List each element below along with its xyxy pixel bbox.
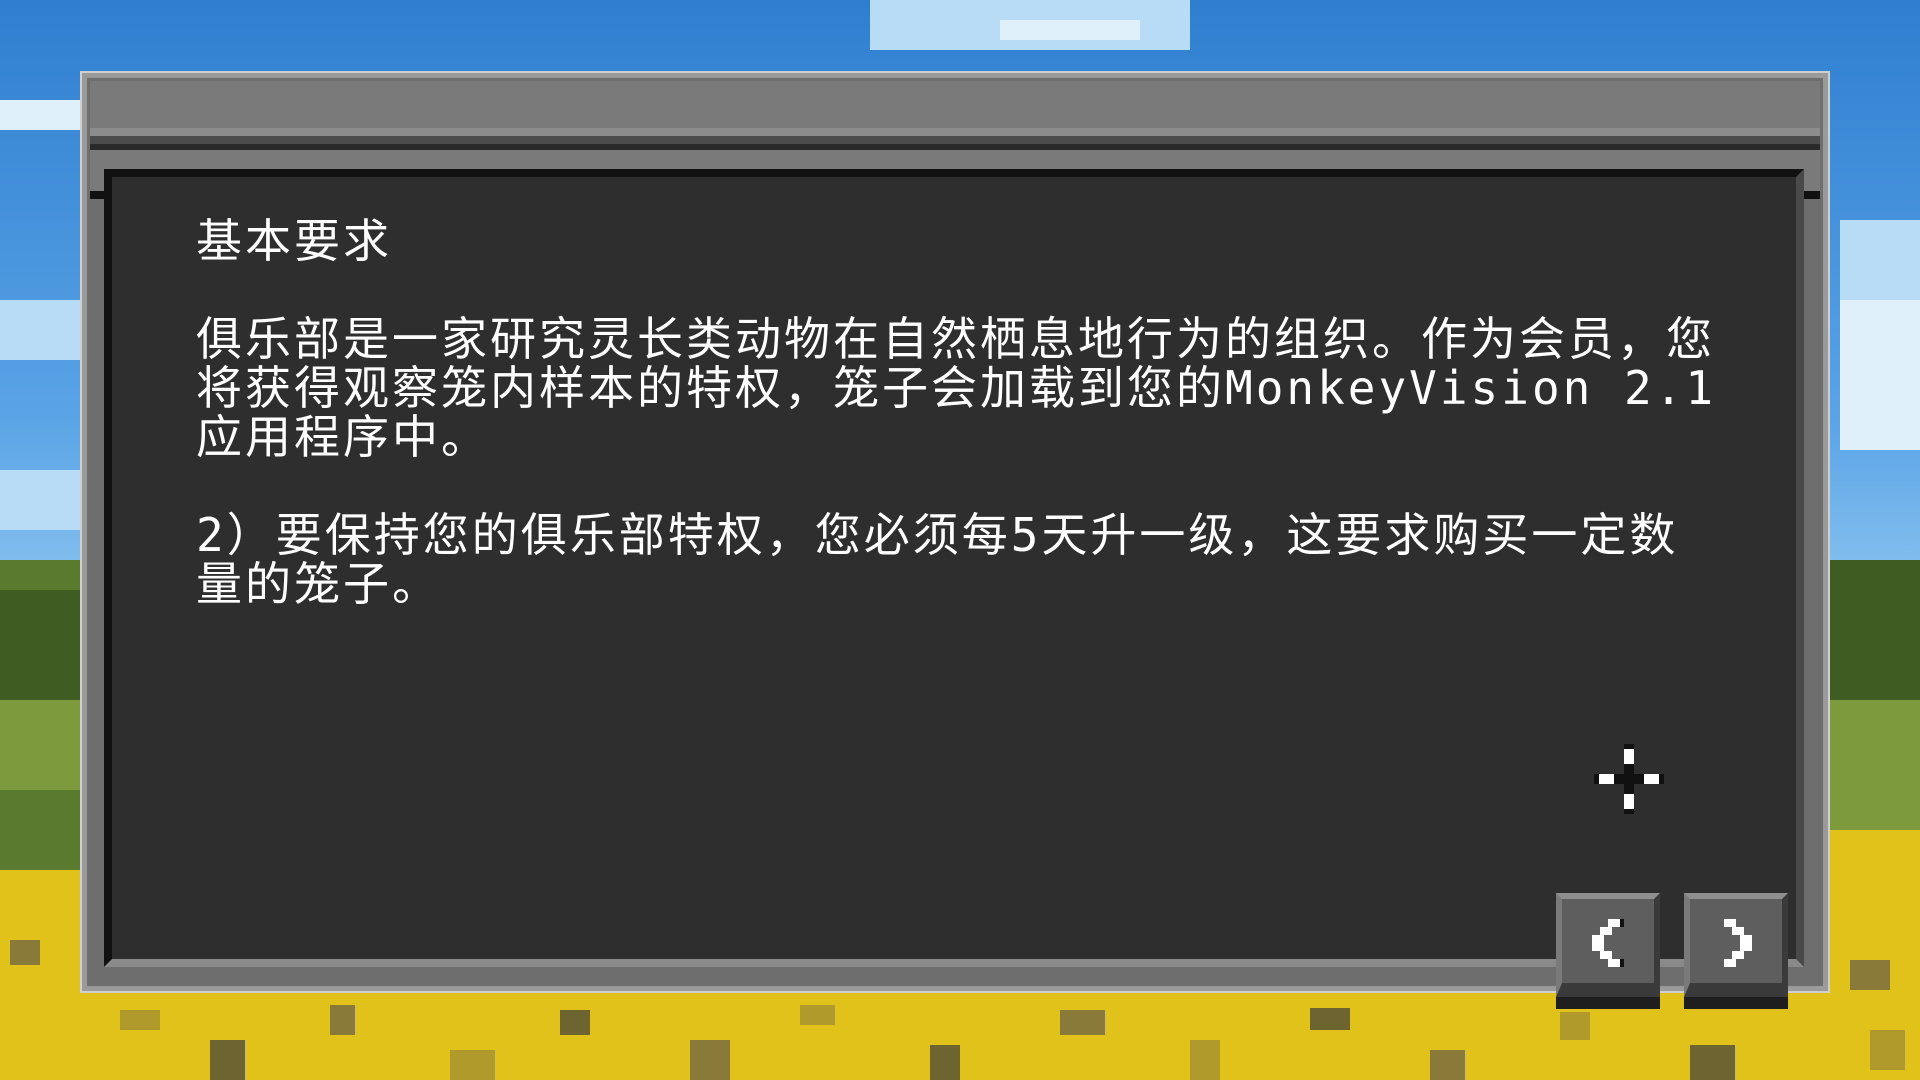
dirt-patch: [1190, 1040, 1220, 1080]
dirt-patch: [800, 1005, 835, 1025]
dirt-patch: [450, 1050, 495, 1080]
wheat-field: [1830, 830, 1920, 910]
info-dialog: 基本要求 俱乐部是一家研究灵长类动物在自然栖息地行为的组织。作为会员，您将获得观…: [80, 71, 1830, 1009]
dirt-patch: [930, 1045, 960, 1080]
dirt-patch: [1560, 1012, 1590, 1040]
dirt-patch: [120, 1010, 160, 1030]
chevron-right-icon: [1724, 919, 1752, 967]
cloud: [1000, 20, 1140, 40]
hill-shade: [1830, 560, 1920, 700]
dirt-patch: [1690, 1045, 1735, 1080]
dirt-patch: [1310, 1008, 1350, 1030]
previous-page-button[interactable]: [1556, 893, 1660, 1009]
dirt-patch: [1430, 1050, 1465, 1080]
dirt-patch: [1870, 1030, 1905, 1070]
dirt-patch: [330, 1005, 355, 1035]
dialog-content-panel: 基本要求 俱乐部是一家研究灵长类动物在自然栖息地行为的组织。作为会员，您将获得观…: [104, 169, 1804, 1009]
hill-highlight: [1830, 700, 1920, 830]
dirt-patch: [690, 1040, 730, 1080]
dirt-patch: [560, 1010, 590, 1035]
hill-highlight: [0, 700, 80, 790]
cloud: [0, 300, 80, 360]
dirt-patch: [1060, 1010, 1105, 1035]
cloud: [1840, 300, 1920, 450]
dialog-paragraph: 2）要保持您的俱乐部特权，您必须每5天升一级，这要求购买一定数量的笼子。: [196, 508, 1679, 611]
dialog-heading: 基本要求: [196, 214, 392, 268]
cloud: [0, 470, 80, 530]
hill-shade: [0, 590, 80, 700]
dialog-paragraph: 俱乐部是一家研究灵长类动物在自然栖息地行为的组织。作为会员，您将获得观察笼内样本…: [196, 312, 1717, 464]
dirt-patch: [10, 940, 40, 965]
dirt-patch: [1850, 960, 1890, 990]
next-page-button[interactable]: [1684, 893, 1788, 1009]
chevron-left-icon: [1592, 919, 1624, 967]
dialog-text: 基本要求 俱乐部是一家研究灵长类动物在自然栖息地行为的组织。作为会员，您将获得观…: [196, 217, 1726, 658]
wheat-field: [0, 870, 80, 910]
cloud: [0, 100, 80, 130]
dirt-patch: [210, 1040, 245, 1080]
